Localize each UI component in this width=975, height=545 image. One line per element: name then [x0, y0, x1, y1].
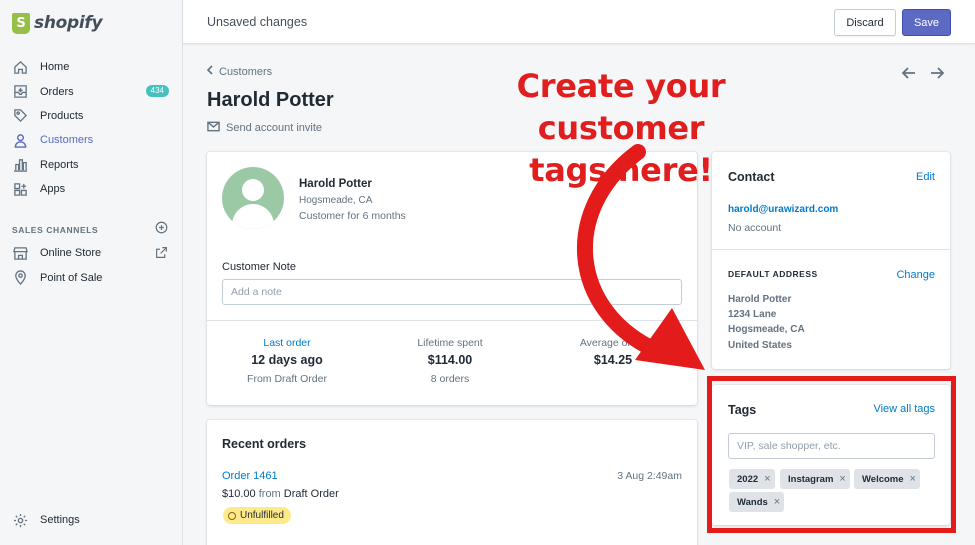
sales-channels-nav: Online Store Point of Sale	[0, 241, 182, 290]
unfulfilled-dot-icon	[228, 511, 236, 520]
stat-lifetime-spent: Lifetime spent $114.00 8 orders	[370, 337, 530, 385]
sidebar-item-point-of-sale[interactable]: Point of Sale	[0, 265, 182, 289]
address-line: 1234 Lane	[728, 309, 777, 320]
status-badge: Unfulfilled	[223, 507, 291, 524]
annotation-line-1: Create your customer	[516, 67, 726, 147]
avatar-head	[242, 179, 264, 201]
recent-orders-card: Recent orders Order 1461 3 Aug 2:49am $1…	[207, 420, 697, 545]
external-link-icon[interactable]	[155, 246, 168, 259]
avatar-body	[232, 204, 274, 229]
stat-last-order: Last order 12 days ago From Draft Order	[207, 337, 367, 385]
order-from-word: from	[258, 488, 281, 500]
sidebar-item-label: Home	[40, 61, 70, 74]
last-order-link[interactable]: Last order	[207, 337, 367, 349]
arrow-left-icon	[901, 67, 915, 79]
next-customer-button[interactable]	[927, 63, 947, 83]
stat-label: Lifetime spent	[417, 337, 483, 349]
unsaved-changes-title: Unsaved changes	[207, 15, 308, 29]
tags-highlight-box	[707, 376, 956, 533]
breadcrumb-label: Customers	[219, 65, 273, 78]
gear-icon	[12, 512, 28, 528]
annotation-text: Create your customer tags here!	[446, 65, 796, 191]
add-sales-channel-icon[interactable]	[155, 221, 168, 234]
customer-name: Harold Potter	[299, 178, 372, 190]
sidebar: shopify Home Orders 434 Products Cus	[0, 0, 183, 545]
order-source: Draft Order	[283, 488, 339, 500]
account-status: No account	[728, 222, 782, 234]
shopify-logo[interactable]: shopify	[12, 9, 103, 37]
home-icon	[12, 59, 28, 75]
tag-icon	[12, 108, 28, 124]
address-line: Harold Potter	[728, 294, 792, 305]
breadcrumb[interactable]: Customers	[206, 65, 272, 78]
save-button[interactable]: Save	[902, 9, 951, 36]
brand-name: shopify	[34, 13, 103, 33]
sidebar-item-customers[interactable]: Customers	[0, 128, 182, 152]
chevron-left-icon	[206, 65, 214, 78]
order-number-link[interactable]: Order 1461	[222, 470, 278, 482]
apps-icon	[12, 181, 28, 197]
sidebar-item-products[interactable]: Products	[0, 104, 182, 128]
store-icon	[12, 245, 28, 261]
send-account-invite-link[interactable]: Send account invite	[207, 121, 322, 135]
settings-nav: Settings	[0, 508, 182, 532]
sidebar-item-settings[interactable]: Settings	[0, 508, 182, 532]
sidebar-item-reports[interactable]: Reports	[0, 153, 182, 177]
orders-count-badge: 434	[145, 85, 169, 98]
sidebar-item-label: Apps	[40, 183, 66, 196]
sidebar-item-apps[interactable]: Apps	[0, 177, 182, 201]
edit-contact-link[interactable]: Edit	[916, 171, 935, 183]
send-invite-label: Send account invite	[226, 122, 323, 134]
stat-sub: 8 orders	[430, 373, 470, 385]
location-icon	[12, 270, 28, 286]
stat-value: 12 days ago	[251, 353, 323, 367]
recent-orders-title: Recent orders	[222, 437, 307, 451]
person-icon	[12, 132, 28, 148]
stat-sub: From Draft Order	[247, 373, 327, 385]
status-label: Unfulfilled	[240, 510, 284, 521]
shopify-bag-icon	[12, 12, 30, 34]
avatar	[222, 167, 284, 229]
envelope-icon	[207, 121, 220, 135]
annotation-line-2: tags here!	[529, 151, 713, 189]
bar-chart-icon	[12, 157, 28, 173]
main-nav: Home Orders 434 Products Customers Repor…	[0, 55, 182, 201]
discard-button[interactable]: Discard	[834, 9, 896, 36]
address-line: United States	[728, 340, 792, 351]
customer-note-label: Customer Note	[222, 261, 296, 273]
default-address-heading: DEFAULT ADDRESS	[728, 269, 818, 279]
previous-customer-button[interactable]	[899, 63, 919, 83]
order-amount: $10.00	[222, 488, 256, 500]
customer-since: Customer for 6 months	[299, 210, 406, 222]
sidebar-item-label: Point of Sale	[40, 271, 103, 284]
change-address-link[interactable]: Change	[896, 269, 935, 281]
divider	[712, 249, 950, 250]
arrow-right-icon	[931, 67, 945, 79]
stat-value: $114.00	[427, 353, 473, 367]
contact-email-link[interactable]: harold@urawizard.com	[728, 204, 838, 215]
sidebar-item-home[interactable]: Home	[0, 55, 182, 79]
sidebar-item-orders[interactable]: Orders 434	[0, 79, 182, 103]
order-date: 3 Aug 2:49am	[617, 470, 682, 482]
order-total: $10.00 from Draft Order	[222, 488, 339, 500]
sidebar-item-label: Reports	[40, 158, 79, 171]
top-bar: Unsaved changes Discard Save	[183, 0, 975, 44]
page-title: Harold Potter	[207, 89, 334, 111]
sidebar-item-label: Online Store	[40, 247, 102, 260]
sidebar-item-label: Customers	[40, 134, 94, 147]
sales-channels-heading: SALES CHANNELS	[12, 225, 99, 235]
address-line: Hogsmeade, CA	[728, 324, 805, 335]
orders-icon	[12, 84, 28, 100]
sidebar-item-label: Orders	[40, 85, 74, 98]
customer-location: Hogsmeade, CA	[299, 195, 373, 206]
sidebar-item-label: Settings	[40, 514, 80, 527]
sidebar-item-online-store[interactable]: Online Store	[0, 241, 182, 265]
sidebar-item-label: Products	[40, 109, 84, 122]
